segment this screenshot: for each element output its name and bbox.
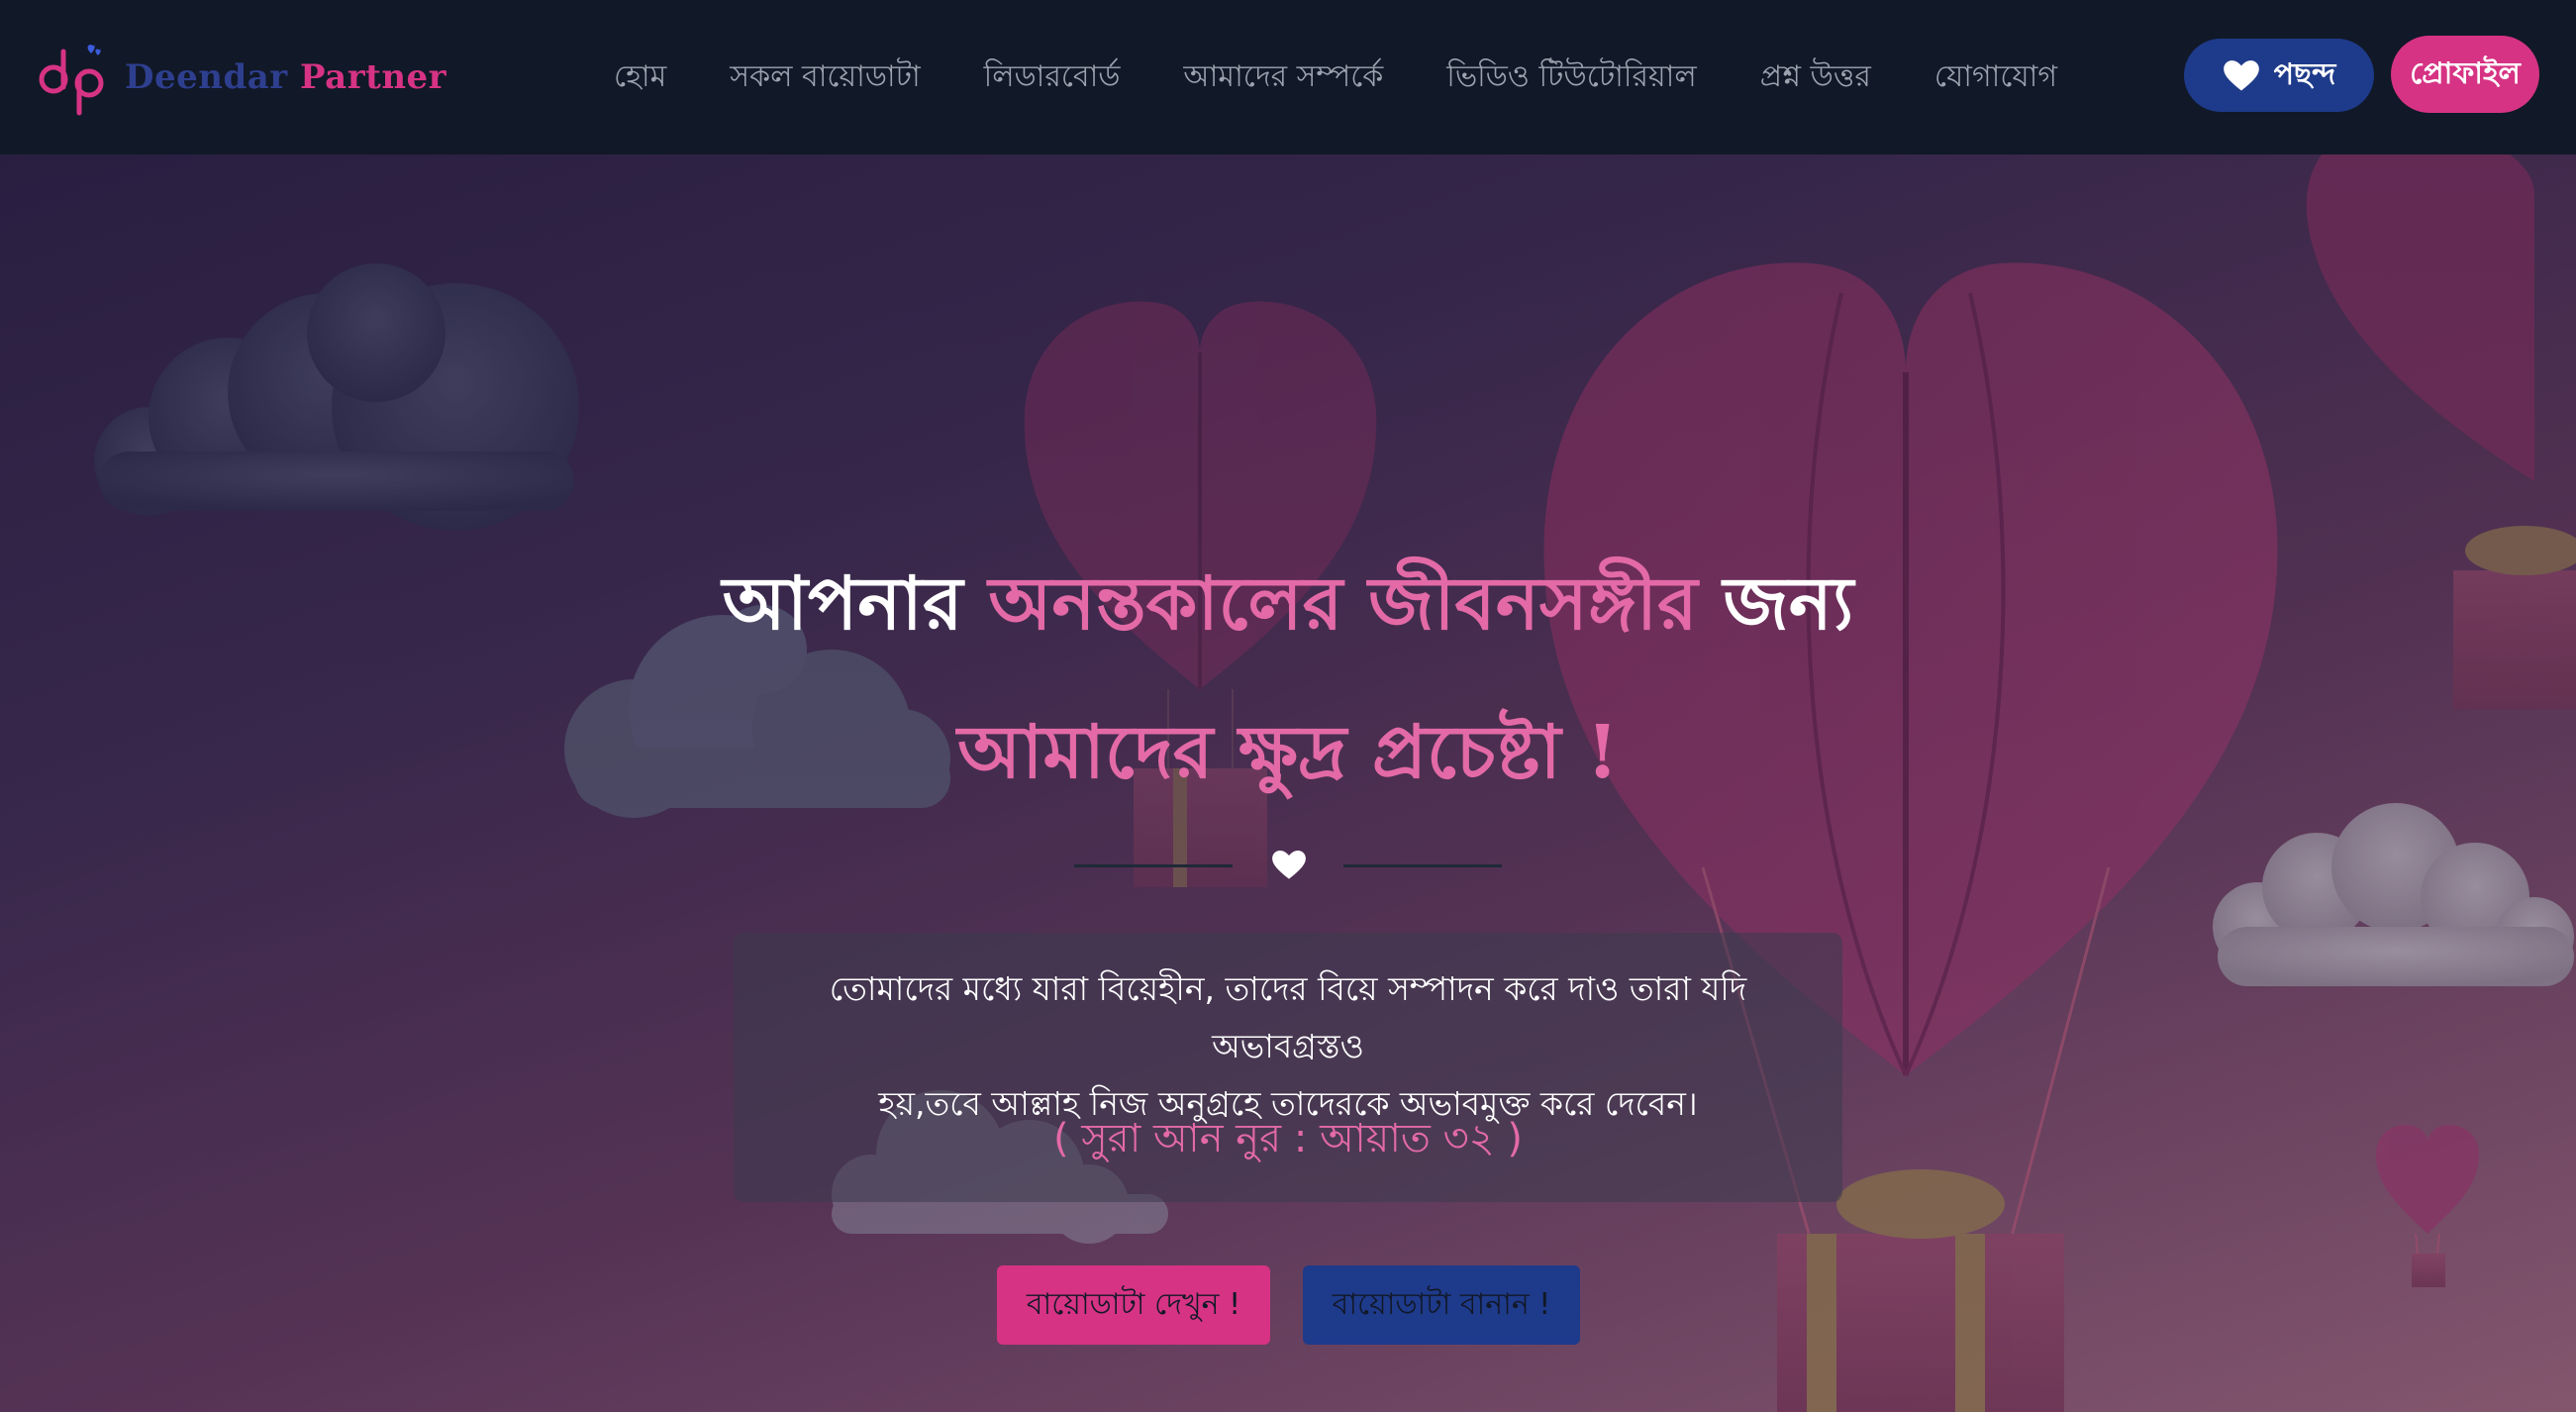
nav-faq[interactable]: প্রশ্ন উত্তর (1760, 52, 1871, 103)
divider-line-right (1343, 864, 1502, 867)
headline-highlight: জীবনসঙ্গীর (1368, 561, 1698, 647)
heart-divider (1074, 846, 1502, 885)
logo-word-1: Deendar (125, 57, 288, 97)
headline-word: প্রচেষ্টা ! (1346, 710, 1619, 795)
make-biodata-label: বায়োডাটা বানান ! (1332, 1286, 1551, 1322)
quote-reference: ( সুরা আন নুর : আয়াত ৩২ ) (1053, 1116, 1523, 1161)
nav-home[interactable]: হোম (614, 52, 666, 103)
quote-line-1: তোমাদের মধ্যে যারা বিয়েহীন, তাদের বিয়ে… (829, 969, 1747, 1065)
nav-about-us[interactable]: আমাদের সম্পর্কে (1183, 52, 1383, 103)
view-biodata-label: বায়োডাটা দেখুন ! (1026, 1286, 1241, 1322)
headline-space (1342, 561, 1368, 647)
profile-button-label: প্রোফাইল (2410, 55, 2521, 91)
headline-word: আমাদের (957, 710, 1239, 795)
quran-quote-box: তোমাদের মধ্যে যারা বিয়েহীন, তাদের বিয়ে… (734, 933, 1842, 1202)
nav-all-biodata[interactable]: সকল বায়োডাটা (730, 52, 920, 103)
heart-icon (2223, 60, 2259, 91)
nav-contact[interactable]: যোগাযোগ (1934, 52, 2057, 103)
headline-highlight: অনন্তকালের (988, 561, 1343, 647)
logo-text: Deendar Partner (125, 57, 446, 97)
headline-highlight: ক্ষুদ্র (1238, 710, 1347, 795)
view-biodata-button[interactable]: বায়োডাটা দেখুন ! (997, 1265, 1270, 1345)
site-logo[interactable]: Deendar Partner (36, 38, 446, 117)
hero-headline-line-1: আপনার অনন্তকালের জীবনসঙ্গীর জন্য (0, 549, 2576, 670)
headline-word: আপনার (722, 561, 989, 647)
headline-word: জন্য (1697, 561, 1854, 647)
like-button-label: পছন্দ (2273, 56, 2336, 92)
main-nav: হোম সকল বায়োডাটা লিডারবোর্ড আমাদের সম্প… (614, 0, 2057, 154)
divider-line-left (1074, 864, 1233, 867)
nav-video-tutorial[interactable]: ভিডিও টিউটোরিয়াল (1446, 52, 1696, 103)
profile-button[interactable]: প্রোফাইল (2391, 36, 2539, 113)
top-navbar: Deendar Partner হোম সকল বায়োডাটা লিডারব… (0, 0, 2576, 154)
hero-headline-line-2: আমাদের ক্ষুদ্র প্রচেষ্টা ! (0, 697, 2576, 819)
like-button[interactable]: পছন্দ (2184, 39, 2374, 112)
dp-logo-icon (39, 45, 104, 116)
hero-section: আপনার অনন্তকালের জীবনসঙ্গীর জন্য আমাদের … (0, 154, 2576, 1412)
make-biodata-button[interactable]: বায়োডাটা বানান ! (1303, 1265, 1580, 1345)
heart-icon (1272, 850, 1306, 879)
nav-leaderboard[interactable]: লিডারবোর্ড (984, 52, 1121, 103)
logo-word-2: Partner (300, 57, 447, 97)
